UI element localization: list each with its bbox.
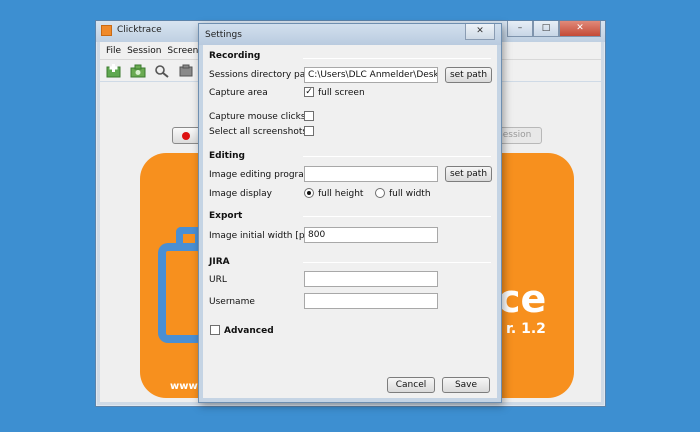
menu-session[interactable]: Session [127,46,161,56]
dialog-titlebar[interactable]: Settings ✕ [199,24,501,45]
jira-url-input[interactable] [304,271,438,287]
jira-username-label: Username [209,297,255,307]
select-all-checkbox[interactable] [304,126,314,136]
sessions-dir-label: Sessions directory path [209,70,315,80]
full-width-radio[interactable] [375,188,385,198]
full-width-label: full width [389,189,431,199]
image-program-label: Image editing program [209,170,313,180]
window-controls: – □ ✕ [507,21,601,37]
banner-brand-text: ce [498,277,547,321]
zoom-icon[interactable] [154,64,170,78]
save-button[interactable]: Save [442,377,490,393]
image-program-input[interactable] [304,166,438,182]
jira-username-input[interactable] [304,293,438,309]
sessions-set-path-button[interactable]: set path [445,67,492,83]
camera-icon[interactable] [130,64,146,78]
section-recording-title: Recording [209,51,261,61]
full-screen-label: full screen [318,88,365,98]
section-export-title: Export [209,211,243,221]
image-width-label: Image initial width [px] [209,231,314,241]
capture-mouse-label: Capture mouse clicks [209,112,306,122]
sessions-dir-input[interactable]: C:\Users\DLC Anmelder\Desktop\ [304,67,438,83]
program-set-path-button[interactable]: set path [445,166,492,182]
jira-url-label: URL [209,275,227,285]
select-all-label: Select all screenshots [209,127,308,137]
advanced-label: Advanced [224,326,274,336]
close-window-button[interactable]: ✕ [559,21,601,37]
image-display-label: Image display [209,189,273,199]
banner-url: www. [170,381,201,392]
full-screen-checkbox[interactable]: ✓ [304,87,314,97]
section-divider [303,58,491,59]
dialog-title: Settings [205,30,242,40]
full-height-radio[interactable] [304,188,314,198]
section-editing-title: Editing [209,151,245,161]
maximize-button[interactable]: □ [533,21,559,37]
menu-file[interactable]: File [106,46,121,56]
app-title: Clicktrace [117,25,162,35]
settings-dialog: Settings ✕ Recording Sessions directory … [198,23,502,403]
clicktrace-app-icon [101,25,112,36]
dialog-body: Recording Sessions directory path C:\Use… [203,45,497,398]
section-divider [303,156,491,157]
capture-area-label: Capture area [209,88,268,98]
section-jira-title: JIRA [209,257,230,267]
advanced-checkbox[interactable] [210,325,220,335]
cancel-button[interactable]: Cancel [387,377,435,393]
capture-mouse-checkbox[interactable] [304,111,314,121]
record-icon [182,132,190,140]
section-divider [303,262,491,263]
dialog-close-button[interactable]: ✕ [465,24,495,40]
banner-version: r. 1.2 [506,321,546,337]
add-screenshot-icon[interactable] [106,63,122,78]
full-height-label: full height [318,189,364,199]
settings-icon[interactable] [178,64,194,78]
minimize-button[interactable]: – [507,21,533,37]
image-width-input[interactable]: 800 [304,227,438,243]
section-divider [303,216,491,217]
